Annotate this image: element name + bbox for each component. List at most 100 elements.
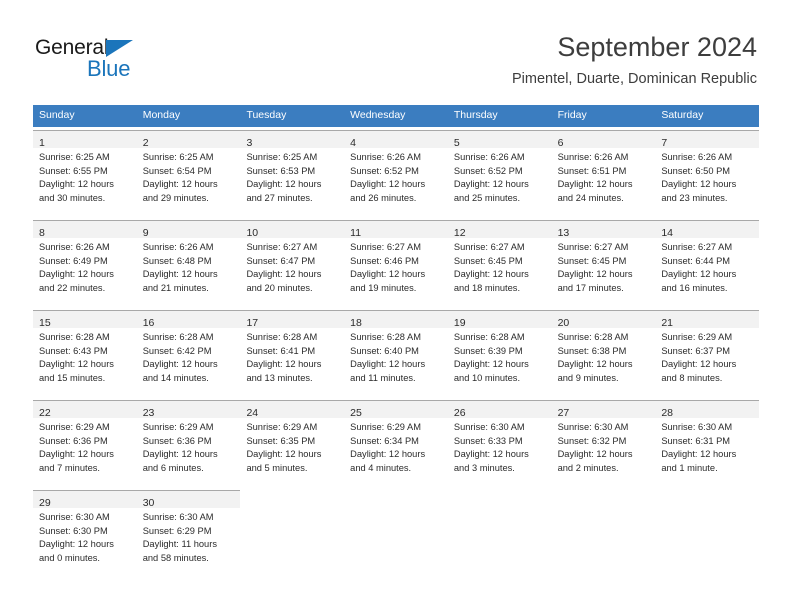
daylight-duration-line2: and 21 minutes. [142, 282, 209, 293]
day-cell[interactable]: 10 Sunrise: 6:27 AM Sunset: 6:47 PM Dayligh… [240, 220, 345, 307]
day-number: 21 [661, 317, 673, 329]
weekday-header-wednesday: Wednesday [350, 109, 406, 121]
day-cell[interactable]: 12 Sunrise: 6:27 AM Sunset: 6:45 PM Dayligh… [447, 220, 552, 307]
day-info: Sunrise: 6:26 AM Sunset: 6:48 PM Daylight:… [137, 238, 241, 295]
day-cell[interactable]: 23 Sunrise: 6:29 AM Sunset: 6:36 PM Dayligh… [136, 400, 241, 487]
day-number: 2 [142, 137, 149, 149]
day-cell[interactable]: 17 Sunrise: 6:28 AM Sunset: 6:41 PM Dayligh… [240, 310, 345, 397]
day-number-band: 12 [447, 221, 552, 239]
day-number-band: 11 [344, 221, 448, 239]
sunset-time: Sunset: 6:52 PM [350, 165, 419, 176]
day-number-band: 25 [344, 401, 448, 419]
day-cell-empty [552, 490, 656, 577]
daylight-duration-line1: Daylight: 12 hours [661, 179, 737, 189]
day-cell[interactable]: 24 Sunrise: 6:29 AM Sunset: 6:35 PM Dayligh… [240, 400, 345, 487]
day-cell[interactable]: 6 Sunrise: 6:26 AM Sunset: 6:51 PM Daylight… [551, 130, 656, 217]
daylight-duration-line1: Daylight: 12 hours [246, 449, 322, 459]
day-cell[interactable]: 8 Sunrise: 6:26 AM Sunset: 6:49 PM Daylight… [33, 220, 137, 307]
general-blue-logo[interactable]: General Blue [35, 36, 235, 82]
day-cell[interactable]: 1 Sunrise: 6:25 AM Sunset: 6:55 PM Daylight… [33, 130, 137, 217]
day-info: Sunrise: 6:29 AM Sunset: 6:35 PM Daylight:… [240, 418, 344, 475]
day-number-band: 15 [33, 311, 137, 329]
day-cell[interactable]: 29 Sunrise: 6:30 AM Sunset: 6:30 PM Dayligh… [33, 490, 137, 577]
day-info: Sunrise: 6:28 AM Sunset: 6:41 PM Daylight:… [240, 328, 344, 385]
sunrise-time: Sunrise: 6:29 AM [246, 422, 318, 432]
day-info: Sunrise: 6:29 AM Sunset: 6:37 PM Daylight:… [655, 328, 759, 385]
sunrise-time: Sunrise: 6:28 AM [246, 332, 318, 342]
daylight-duration-line2: and 29 minutes. [142, 192, 209, 203]
daylight-duration-line1: Daylight: 12 hours [246, 269, 322, 279]
day-cell[interactable]: 25 Sunrise: 6:29 AM Sunset: 6:34 PM Dayligh… [344, 400, 448, 487]
day-cell-empty [344, 490, 448, 577]
day-cell[interactable]: 2 Sunrise: 6:25 AM Sunset: 6:54 PM Daylight… [136, 130, 241, 217]
day-cell[interactable]: 3 Sunrise: 6:25 AM Sunset: 6:53 PM Daylight… [240, 130, 345, 217]
sunrise-time: Sunrise: 6:26 AM [350, 152, 421, 162]
day-cell[interactable]: 21 Sunrise: 6:29 AM Sunset: 6:37 PM Dayligh… [655, 310, 760, 397]
sunrise-time: Sunrise: 6:28 AM [350, 332, 421, 342]
day-cell[interactable]: 20 Sunrise: 6:28 AM Sunset: 6:38 PM Dayligh… [551, 310, 656, 397]
day-cell[interactable]: 30 Sunrise: 6:30 AM Sunset: 6:29 PM Dayligh… [136, 490, 241, 577]
day-cell[interactable]: 11 Sunrise: 6:27 AM Sunset: 6:46 PM Dayligh… [344, 220, 448, 307]
day-cell[interactable]: 22 Sunrise: 6:29 AM Sunset: 6:36 PM Dayligh… [33, 400, 137, 487]
day-number-band: 14 [655, 221, 760, 239]
day-info: Sunrise: 6:29 AM Sunset: 6:34 PM Daylight:… [344, 418, 448, 475]
daylight-duration-line1: Daylight: 12 hours [39, 269, 114, 279]
day-cell[interactable]: 14 Sunrise: 6:27 AM Sunset: 6:44 PM Dayligh… [655, 220, 760, 307]
sunrise-time: Sunrise: 6:28 AM [557, 332, 629, 342]
day-number-band: 22 [33, 401, 137, 419]
daylight-duration-line1: Daylight: 12 hours [557, 269, 633, 279]
day-number: 14 [661, 227, 673, 239]
sunrise-time: Sunrise: 6:30 AM [557, 422, 629, 432]
daylight-duration-line1: Daylight: 12 hours [350, 449, 426, 459]
daylight-duration-line1: Daylight: 12 hours [661, 269, 737, 279]
sunrise-time: Sunrise: 6:29 AM [142, 422, 214, 432]
daylight-duration-line2: and 15 minutes. [39, 372, 106, 383]
day-number-band: 29 [33, 491, 137, 509]
sunset-time: Sunset: 6:36 PM [142, 435, 212, 446]
day-cell[interactable]: 4 Sunrise: 6:26 AM Sunset: 6:52 PM Daylight… [344, 130, 448, 217]
day-cell[interactable]: 18 Sunrise: 6:28 AM Sunset: 6:40 PM Dayligh… [344, 310, 448, 397]
sunset-time: Sunset: 6:42 PM [142, 345, 212, 356]
sunset-time: Sunset: 6:38 PM [557, 345, 627, 356]
sunrise-time: Sunrise: 6:30 AM [142, 512, 214, 522]
day-cell[interactable]: 16 Sunrise: 6:28 AM Sunset: 6:42 PM Dayligh… [136, 310, 241, 397]
day-cell[interactable]: 28 Sunrise: 6:30 AM Sunset: 6:31 PM Dayligh… [655, 400, 760, 487]
day-cell[interactable]: 27 Sunrise: 6:30 AM Sunset: 6:32 PM Dayligh… [551, 400, 656, 487]
daylight-duration-line1: Daylight: 12 hours [39, 449, 114, 459]
day-number: 12 [453, 227, 466, 239]
daylight-duration-line1: Daylight: 12 hours [661, 359, 737, 369]
day-info: Sunrise: 6:26 AM Sunset: 6:52 PM Daylight:… [344, 148, 448, 205]
weekday-header-monday: Monday [142, 109, 181, 121]
day-cell[interactable]: 7 Sunrise: 6:26 AM Sunset: 6:50 PM Daylight… [655, 130, 760, 217]
day-number: 8 [39, 227, 45, 239]
daylight-duration-line1: Daylight: 12 hours [39, 179, 114, 189]
sunrise-time: Sunrise: 6:28 AM [453, 332, 525, 342]
daylight-duration-line1: Daylight: 12 hours [142, 269, 218, 279]
weekday-header-tuesday: Tuesday [246, 109, 287, 121]
day-info: Sunrise: 6:28 AM Sunset: 6:38 PM Daylight:… [552, 328, 656, 385]
week-row: 15 Sunrise: 6:28 AM Sunset: 6:43 PM Dayligh… [33, 310, 760, 397]
daylight-duration-line2: and 6 minutes. [142, 462, 204, 473]
day-number-band: 30 [136, 491, 241, 509]
day-cell[interactable]: 9 Sunrise: 6:26 AM Sunset: 6:48 PM Daylight… [136, 220, 241, 307]
daylight-duration-line2: and 18 minutes. [453, 282, 521, 293]
day-cell-empty [240, 490, 344, 577]
sunset-time: Sunset: 6:48 PM [142, 255, 212, 266]
daylight-duration-line2: and 22 minutes. [39, 282, 106, 293]
weekday-header-saturday: Saturday [661, 109, 704, 121]
sunrise-time: Sunrise: 6:29 AM [350, 422, 421, 432]
sunrise-time: Sunrise: 6:26 AM [39, 242, 110, 252]
daylight-duration-line2: and 9 minutes. [557, 372, 619, 383]
daylight-duration-line1: Daylight: 12 hours [453, 179, 529, 189]
daylight-duration-line2: and 25 minutes. [453, 192, 521, 203]
day-number: 23 [142, 407, 155, 419]
sunrise-time: Sunrise: 6:26 AM [661, 152, 733, 162]
day-cell[interactable]: 5 Sunrise: 6:26 AM Sunset: 6:52 PM Daylight… [447, 130, 552, 217]
daylight-duration-line1: Daylight: 12 hours [39, 539, 114, 549]
day-cell[interactable]: 19 Sunrise: 6:28 AM Sunset: 6:39 PM Dayligh… [447, 310, 552, 397]
day-cell[interactable]: 15 Sunrise: 6:28 AM Sunset: 6:43 PM Dayligh… [33, 310, 137, 397]
day-cell[interactable]: 26 Sunrise: 6:30 AM Sunset: 6:33 PM Dayligh… [447, 400, 552, 487]
day-info: Sunrise: 6:25 AM Sunset: 6:53 PM Daylight:… [240, 148, 344, 205]
sunset-time: Sunset: 6:29 PM [142, 525, 212, 536]
day-cell[interactable]: 13 Sunrise: 6:27 AM Sunset: 6:45 PM Dayligh… [551, 220, 656, 307]
